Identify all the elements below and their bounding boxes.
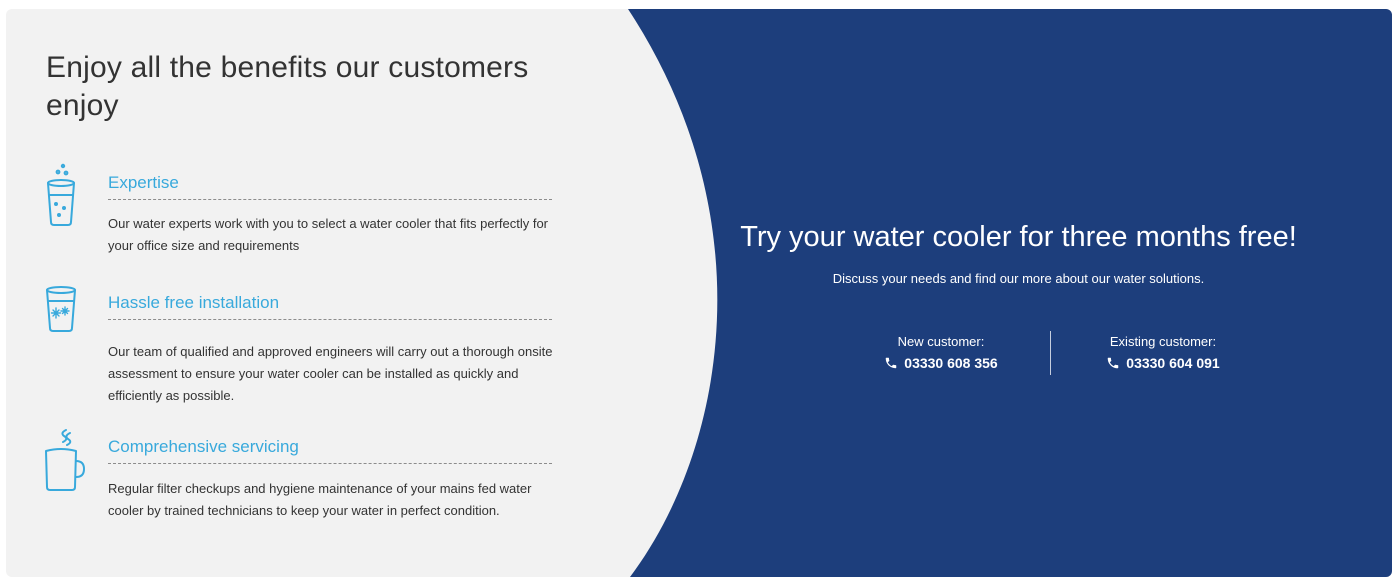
feature-description: Our team of qualified and approved engin… [108,344,553,403]
new-customer-contact: New customer: 03330 608 356 [851,333,1031,373]
cta-title: Try your water cooler for three months f… [740,221,1297,253]
benefits-card: Enjoy all the benefits our customers enj… [6,9,1392,577]
phone-icon [1108,357,1119,369]
water-glass-bubbles-icon [42,163,80,229]
feature-divider [108,463,552,464]
new-customer-phone-link[interactable]: 03330 608 356 [851,353,1031,373]
feature-title: Comprehensive servicing [108,437,299,456]
feature-divider [108,319,552,320]
existing-customer-contact: Existing customer: 03330 604 091 [1073,333,1253,373]
phone-icon [886,357,897,369]
cta-subtitle: Discuss your needs and find our more abo… [832,271,1205,286]
existing-customer-phone-number: 03330 604 091 [1126,355,1220,371]
contact-divider [1050,331,1051,375]
water-glass-ice-icon [42,283,80,349]
feature-description: Regular filter checkups and hygiene main… [108,481,532,518]
existing-customer-phone-link[interactable]: 03330 604 091 [1073,353,1253,373]
feature-divider [108,199,552,200]
existing-customer-label: Existing customer: [1109,334,1217,349]
new-customer-phone-number: 03330 608 356 [904,355,998,371]
feature-title: Hassle free installation [108,293,280,312]
hot-mug-icon [42,427,85,493]
new-customer-label: New customer: [897,334,985,349]
feature-title: Expertise [108,173,179,192]
benefits-panel: Enjoy all the benefits our customers enj… [6,9,646,577]
benefits-heading: Enjoy all the benefits our customers enj… [46,51,529,122]
feature-description: Our water experts work with you to selec… [108,216,549,253]
